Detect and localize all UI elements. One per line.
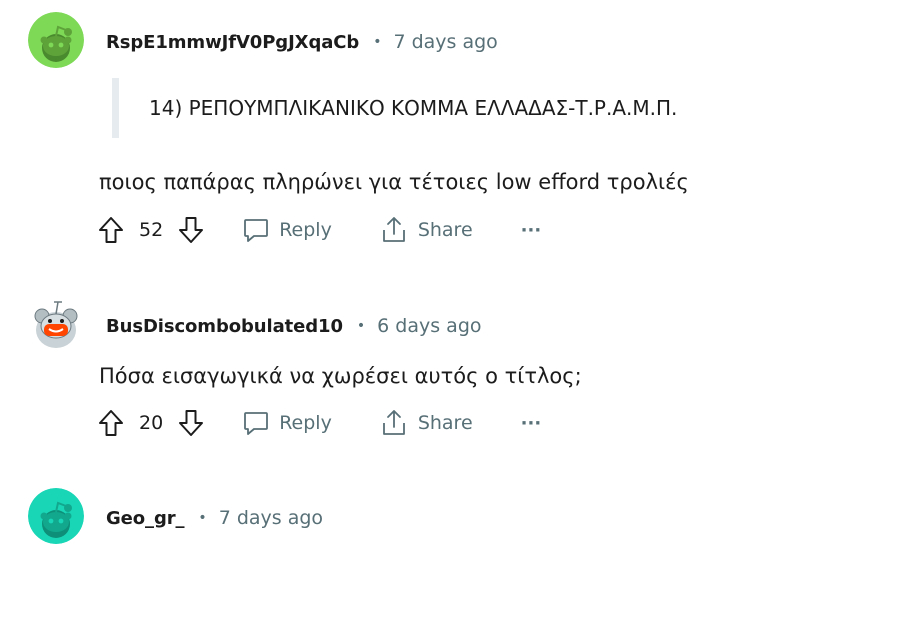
more-icon: ··· <box>520 219 542 241</box>
share-label: Share <box>417 219 473 241</box>
comment-actions: 20 Reply Share ··· <box>96 405 541 441</box>
more-options-button[interactable]: ··· <box>521 413 542 434</box>
avatar[interactable] <box>28 488 84 544</box>
timestamp[interactable]: 6 days ago <box>377 315 481 337</box>
comment-meta: BusDiscombobulated10 • 6 days ago <box>106 314 482 338</box>
snoo-avatar-icon <box>28 488 84 544</box>
avatar[interactable] <box>28 12 84 68</box>
timestamp[interactable]: 7 days ago <box>219 507 323 529</box>
vote-score: 52 <box>139 219 164 241</box>
more-options-button[interactable]: ··· <box>521 220 542 241</box>
separator-dot: • <box>356 318 366 334</box>
snoo-avatar-icon <box>28 12 84 68</box>
comment-meta: Geo_gr_ • 7 days ago <box>106 506 323 530</box>
share-icon <box>382 217 405 242</box>
upvote-icon <box>99 410 123 436</box>
separator-dot: • <box>198 510 207 526</box>
comment-actions: 52 Reply Share ··· <box>96 212 541 248</box>
separator-dot: • <box>373 34 382 50</box>
comment-bubble-icon <box>244 412 269 435</box>
downvote-icon <box>179 217 204 243</box>
vote-group: 20 <box>96 408 206 438</box>
reply-label: Reply <box>279 219 332 241</box>
upvote-button[interactable] <box>96 408 126 438</box>
share-icon <box>382 410 405 435</box>
vote-score: 20 <box>139 412 164 434</box>
comment-bubble-icon <box>244 219 269 242</box>
blockquote: 14) ΡΕΠΟΥΜΠΛΙΚΑΝΙΚΟ ΚΟΜΜΑ ΕΛΛΑΔΑΣ-Τ.Ρ.Α.… <box>112 78 677 138</box>
reply-label: Reply <box>279 412 332 434</box>
timestamp[interactable]: 7 days ago <box>393 31 497 53</box>
reply-button[interactable]: Reply <box>242 409 332 437</box>
upvote-icon <box>99 217 123 243</box>
quote-text: 14) ΡΕΠΟΥΜΠΛΙΚΑΝΙΚΟ ΚΟΜΜΑ ΕΛΛΑΔΑΣ-Τ.Ρ.Α.… <box>149 96 678 120</box>
downvote-icon <box>179 410 204 436</box>
reply-button[interactable]: Reply <box>242 216 332 244</box>
share-button[interactable]: Share <box>379 409 473 437</box>
comment-meta: RspE1mmwJfV0PgJXqaCb • 7 days ago <box>106 30 498 54</box>
downvote-button[interactable] <box>176 408 206 438</box>
author-name[interactable]: BusDiscombobulated10 <box>106 316 343 337</box>
share-label: Share <box>417 412 473 434</box>
vote-group: 52 <box>96 215 206 245</box>
comment-body: ποιος παπάρας πληρώνει για τέτοιες low e… <box>99 170 689 194</box>
author-name[interactable]: RspE1mmwJfV0PgJXqaCb <box>106 32 359 53</box>
avatar[interactable] <box>28 294 84 350</box>
snoo-avatar-icon <box>28 294 84 350</box>
downvote-button[interactable] <box>176 215 206 245</box>
share-button[interactable]: Share <box>379 216 473 244</box>
upvote-button[interactable] <box>96 215 126 245</box>
author-name[interactable]: Geo_gr_ <box>106 508 185 529</box>
more-icon: ··· <box>520 412 542 434</box>
comment-body: Πόσα εισαγωγικά να χωρέσει αυτός ο τίτλο… <box>99 364 582 388</box>
